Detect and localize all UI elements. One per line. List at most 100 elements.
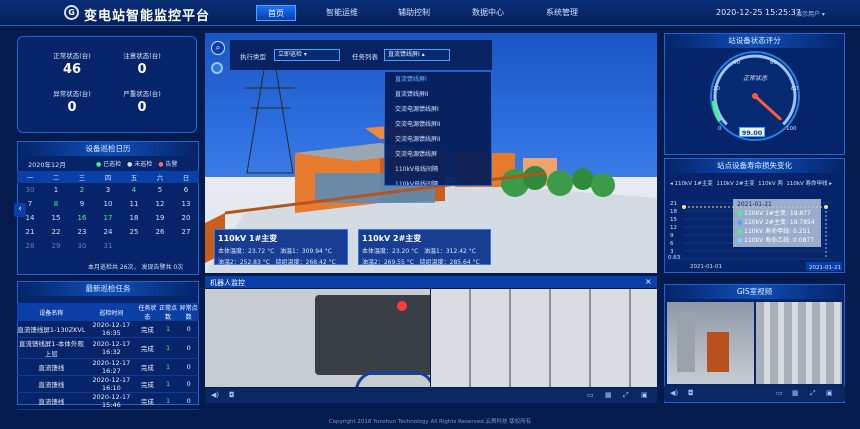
table-row[interactable]: 直流馈线屏1-本体外观上层 2020-12-17 16:32 完成 1 0 <box>17 337 199 359</box>
robot-camera-1[interactable] <box>205 289 430 387</box>
calendar-day[interactable]: 17 <box>95 211 121 225</box>
dropdown-option[interactable]: 直流馈线屏I <box>385 72 491 87</box>
dropdown-option[interactable]: 交流电源馈线屏II <box>385 132 491 147</box>
calendar-day[interactable]: 10 <box>95 197 121 211</box>
transformer-2-card[interactable]: 110kV 2#主变 本体温度：23.20 °C 油温1：312.42 °C 油… <box>358 229 491 266</box>
task-column-header: 任务状态 <box>136 303 158 321</box>
calendar-day[interactable]: 16 <box>69 211 95 225</box>
user-menu[interactable]: 演示用户 ▾ <box>796 9 825 18</box>
layer-toggle-icon[interactable] <box>211 62 223 74</box>
calendar-day[interactable]: 8 <box>43 197 69 211</box>
trend-legend-4[interactable]: 110kV 寿命甲线 <box>786 181 827 187</box>
gis-camera-1[interactable] <box>667 302 754 384</box>
nav-system-admin[interactable]: 系统管理 <box>538 5 586 21</box>
calendar-day[interactable]: 15 <box>43 211 69 225</box>
transformer-1-card[interactable]: 110kV 1#主变 本体温度：23.72 °C 油温1：309.94 °C 油… <box>214 229 348 266</box>
window-icon[interactable]: ▭ <box>587 391 594 399</box>
calendar-day[interactable]: 3 <box>95 183 121 197</box>
task-cell: 0 <box>178 392 199 410</box>
grid-icon[interactable]: ▦ <box>605 391 612 399</box>
gis-grid-icon[interactable]: ▦ <box>792 389 799 397</box>
calendar-day[interactable]: 9 <box>69 197 95 211</box>
calendar-day[interactable]: 30 <box>69 239 95 253</box>
calendar-day[interactable]: 23 <box>69 225 95 239</box>
tasks-table: 设备名称 巡检时间 任务状态 正常点数 异常点数 直流馈线屏1-130ZKVL 2020-… <box>17 303 199 410</box>
calendar-day[interactable]: 31 <box>95 239 121 253</box>
nav-data-center[interactable]: 数据中心 <box>464 5 512 21</box>
fullscreen-icon[interactable]: ⤢ <box>623 391 629 400</box>
calendar-day[interactable]: 21 <box>17 225 43 239</box>
nav-home[interactable]: 首页 <box>256 5 296 21</box>
gis-camera-2[interactable] <box>756 302 842 384</box>
trend-legend-3[interactable]: 110kV 两 <box>758 181 783 187</box>
trend-legend-2[interactable]: 110kV 2#主变 <box>716 181 754 187</box>
task-cell: 完成 <box>136 337 158 359</box>
task-cell: 直流馈线 <box>17 392 86 410</box>
calendar-day[interactable]: 4 <box>121 183 147 197</box>
calendar-day[interactable]: 26 <box>147 225 173 239</box>
volume-icon[interactable]: ◀) <box>211 391 219 399</box>
dropdown-option[interactable]: 交流电源馈线屏I <box>385 102 491 117</box>
gauge-tick-40: 40 <box>733 60 740 66</box>
calendar-day[interactable]: 12 <box>147 197 173 211</box>
robot-camera-2[interactable] <box>431 289 657 387</box>
task-cell: 1 <box>157 358 179 376</box>
device-logo <box>355 371 430 387</box>
calendar-day[interactable]: 13 <box>173 197 199 211</box>
transformer-1-name: 110kV 1#主变 <box>218 234 278 243</box>
dropdown-option[interactable]: 直流馈线屏II <box>385 87 491 102</box>
dropdown-option[interactable]: 110kV母线间隔 <box>385 162 491 177</box>
gis-title: GIS室视频 <box>665 285 844 299</box>
calendar-day[interactable]: 5 <box>147 183 173 197</box>
table-row[interactable]: 直流馈线 2020-12-17 15:46 完成 1 0 <box>17 392 199 410</box>
gis-settings-icon[interactable]: ▣ <box>826 389 833 397</box>
calendar-day[interactable]: 2 <box>69 183 95 197</box>
y-tick-label: 12 <box>670 225 677 231</box>
calendar-day[interactable]: 19 <box>147 211 173 225</box>
dropdown-option[interactable]: 交流电源馈线屏 <box>385 147 491 162</box>
task-list-select[interactable]: 直流馈线屏I ▴ <box>384 49 450 61</box>
calendar-day[interactable]: 28 <box>17 239 43 253</box>
dropdown-option[interactable]: 交流电源馈线屏II <box>385 117 491 132</box>
calendar-day[interactable]: 20 <box>173 211 199 225</box>
dropdown-option[interactable]: 110kV母线间隔 <box>385 177 491 185</box>
calendar-day[interactable]: 25 <box>121 225 147 239</box>
task-cell: 2020-12-17 15:46 <box>85 392 137 410</box>
attention-value: 0 <box>137 62 147 77</box>
calendar-day[interactable]: 6 <box>173 183 199 197</box>
tooltip-date: 2021-01-21 <box>737 201 772 208</box>
table-row[interactable]: 直流馈线屏1-130ZKVL 2020-12-17 16:35 完成 1 0 <box>17 321 199 338</box>
gis-snapshot-icon[interactable]: ◘ <box>688 389 694 397</box>
calendar-day[interactable]: 22 <box>43 225 69 239</box>
nav-aux-control[interactable]: 辅助控制 <box>390 5 438 21</box>
table-row[interactable]: 直流馈线 2020-12-17 16:10 完成 1 0 <box>17 375 199 393</box>
calendar-day <box>121 239 147 253</box>
tooltip-line-4: 110kV 寿命乙线: 0.0877 <box>744 237 815 244</box>
calendar-day[interactable]: 29 <box>43 239 69 253</box>
gis-volume-icon[interactable]: ◀) <box>670 389 678 397</box>
x-start-label: 2021-01-01 <box>690 264 722 270</box>
trend-legend-1[interactable]: 110kV 1#主变 <box>675 181 713 187</box>
snapshot-icon[interactable]: ◘ <box>229 391 235 399</box>
task-cell: 1 <box>157 375 179 393</box>
weekday-header: 五 <box>121 171 147 183</box>
table-row[interactable]: 直流馈线 2020-12-17 16:27 完成 1 0 <box>17 358 199 376</box>
robot-title: 机器人监控 <box>210 279 245 287</box>
settings-icon[interactable]: ▣ <box>641 391 648 399</box>
calendar-prev-button[interactable]: ‹ <box>14 203 26 217</box>
transformer-2-name: 110kV 2#主变 <box>362 234 422 243</box>
exec-type-select[interactable]: 立即巡检 ▾ <box>274 49 340 61</box>
nav-smart-ops[interactable]: 智能运维 <box>318 5 366 21</box>
task-cell: 2020-12-17 16:35 <box>85 321 137 338</box>
robot-close-icon[interactable]: × <box>645 277 652 286</box>
search-icon[interactable]: ⌕ <box>211 41 225 55</box>
gis-fullscreen-icon[interactable]: ⤢ <box>810 389 816 398</box>
calendar-day[interactable]: 1 <box>43 183 69 197</box>
calendar-day[interactable]: 11 <box>121 197 147 211</box>
calendar-day[interactable]: 30 <box>17 183 43 197</box>
calendar-day[interactable]: 24 <box>95 225 121 239</box>
gis-window-icon[interactable]: ▭ <box>776 389 783 397</box>
calendar-day[interactable]: 27 <box>173 225 199 239</box>
calendar-day[interactable]: 18 <box>121 211 147 225</box>
severe-label: 严重状态(台) <box>123 90 161 98</box>
